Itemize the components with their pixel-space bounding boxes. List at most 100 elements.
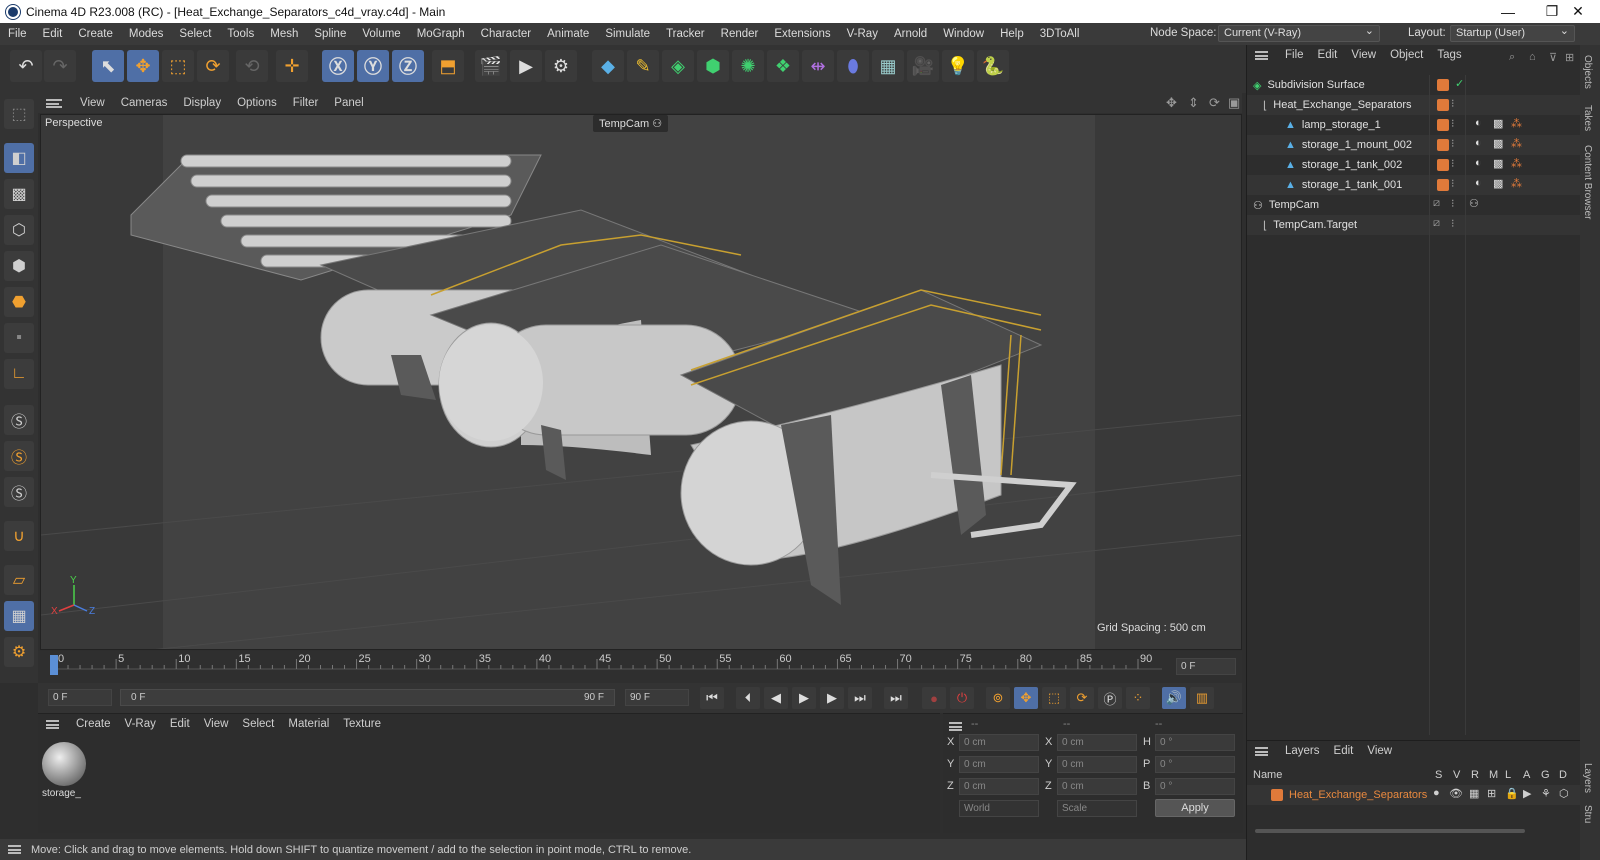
solo-flag-icon[interactable]: ● xyxy=(1433,787,1440,799)
object-menu-tags[interactable]: Tags xyxy=(1430,49,1468,61)
viewport-menu-filter[interactable]: Filter xyxy=(285,97,327,109)
tab-layers[interactable]: Layers xyxy=(1582,763,1593,793)
model-mode-icon[interactable]: ◧ xyxy=(4,143,34,173)
menu-file[interactable]: File xyxy=(0,28,35,40)
points-mode-icon[interactable]: ⬡ xyxy=(4,215,34,245)
timeline-window-icon[interactable]: ▥ xyxy=(1190,687,1214,709)
visibility-dots-icon[interactable]: ⁝ xyxy=(1451,217,1455,230)
perspective-viewport[interactable]: Perspective TempCam ⚇ Grid Spacing : 500… xyxy=(40,114,1242,650)
coord-menu-icon[interactable] xyxy=(949,722,962,731)
object-row-tempcam[interactable]: ⚇ TempCam ⧄ ⁝ ⚇ xyxy=(1247,195,1581,215)
minimize-button[interactable]: — xyxy=(1486,0,1530,23)
rotate-tool-icon[interactable]: ⟳ xyxy=(197,50,229,82)
start-frame-field[interactable]: 0 F xyxy=(48,689,112,706)
end-frame-field[interactable]: 90 F xyxy=(625,689,689,706)
tab-structure[interactable]: Stru xyxy=(1582,805,1593,823)
menu-tracker[interactable]: Tracker xyxy=(658,28,713,40)
render-flag-icon[interactable]: ▦ xyxy=(1469,787,1479,800)
home-icon[interactable]: ⌂ xyxy=(1529,51,1536,63)
material-menu-texture[interactable]: Texture xyxy=(336,718,388,730)
locked-workplane-icon[interactable]: ▦ xyxy=(4,601,34,631)
enabled-check-icon[interactable]: ✓ xyxy=(1455,77,1464,90)
layer-row[interactable]: Heat_Exchange_Separators ● 👁 ▦ ⊞ 🔒 ▶ ⚘ ⬡ xyxy=(1247,785,1581,805)
object-row-tank-002[interactable]: ▲ storage_1_tank_002 ⁝ ◐ ▩ ⁂ xyxy=(1247,155,1581,175)
layer-scrollbar[interactable] xyxy=(1255,829,1525,833)
sound-icon[interactable]: 🔊 xyxy=(1162,687,1186,709)
material-menu-vray[interactable]: V-Ray xyxy=(118,718,163,730)
phong-tag-icon[interactable]: ◐ xyxy=(1475,157,1482,169)
material-menu-material[interactable]: Material xyxy=(281,718,336,730)
layer-color-icon[interactable] xyxy=(1437,119,1449,131)
visibility-dots-icon[interactable]: ⁝ xyxy=(1451,137,1455,150)
visibility-dots-icon[interactable]: ⁝ xyxy=(1451,97,1455,110)
menu-arnold[interactable]: Arnold xyxy=(886,28,935,40)
search-icon[interactable]: ⌕ xyxy=(1509,51,1515,64)
object-menu-file[interactable]: File xyxy=(1278,49,1311,61)
menu-help[interactable]: Help xyxy=(992,28,1032,40)
object-row-lamp-storage[interactable]: ▲ lamp_storage_1 ⁝ ◐ ▩ ⁂ xyxy=(1247,115,1581,135)
record-keys-icon[interactable]: ● xyxy=(922,687,946,709)
menu-extensions[interactable]: Extensions xyxy=(766,28,838,40)
tab-objects[interactable]: Objects xyxy=(1582,55,1593,89)
object-row-heat-exchange[interactable]: ⌊ Heat_Exchange_Separators ⁝ xyxy=(1247,95,1581,115)
animation-flag-icon[interactable]: ▶ xyxy=(1523,787,1531,800)
target-tag-icon[interactable]: ⚇ xyxy=(1469,197,1479,210)
object-row-tank-001[interactable]: ▲ storage_1_tank_001 ⁝ ◐ ▩ ⁂ xyxy=(1247,175,1581,195)
viewport-menu-icon[interactable] xyxy=(46,98,62,108)
layout-dropdown[interactable]: Startup (User) xyxy=(1450,24,1575,42)
viewport-menu-panel[interactable]: Panel xyxy=(326,97,371,109)
visibility-dots-icon[interactable]: ⁝ xyxy=(1451,197,1455,210)
play-icon[interactable]: ▶ xyxy=(792,687,816,709)
python-icon[interactable]: 🐍 xyxy=(977,50,1009,82)
texture-tag-icon[interactable]: ▩ xyxy=(1493,117,1503,130)
coordinate-system-icon[interactable]: ⬒ xyxy=(432,50,464,82)
node-space-dropdown[interactable]: Current (V-Ray) xyxy=(1218,24,1380,42)
material-tag-icon[interactable]: ⁂ xyxy=(1511,137,1522,150)
timeline-ruler[interactable]: 0 5 10 15 20 25 30 35 40 45 50 55 60 65 70 75 80 85 90 0 F xyxy=(38,651,1242,683)
new-window-icon[interactable]: ⊞ xyxy=(1565,51,1574,64)
move-tool-icon[interactable]: ✥ xyxy=(127,50,159,82)
key-rotation-icon[interactable]: ⟳ xyxy=(1070,687,1094,709)
object-row-subdivision[interactable]: ◈ Subdivision Surface ✓ xyxy=(1247,75,1581,95)
render-settings-icon[interactable]: ⚙ xyxy=(545,50,577,82)
light-icon[interactable]: 💡 xyxy=(942,50,974,82)
texture-tag-icon[interactable]: ▩ xyxy=(1493,137,1503,150)
extrude-generator-icon[interactable]: ⬢ xyxy=(697,50,729,82)
material-menu-select[interactable]: Select xyxy=(235,718,281,730)
render-region-icon[interactable]: 🎬 xyxy=(475,50,507,82)
rotation-b-field[interactable]: 0 ° xyxy=(1155,778,1235,795)
object-menu-object[interactable]: Object xyxy=(1383,49,1430,61)
tab-takes[interactable]: Takes xyxy=(1582,105,1593,131)
rotation-h-field[interactable]: 0 ° xyxy=(1155,734,1235,751)
size-z-field[interactable]: 0 cm xyxy=(1057,778,1137,795)
next-frame-icon[interactable]: ▶ xyxy=(820,687,844,709)
viewport-menu-display[interactable]: Display xyxy=(175,97,229,109)
scale-tool-icon[interactable]: ⬚ xyxy=(162,50,194,82)
edges-mode-icon[interactable]: ⬢ xyxy=(4,251,34,281)
menu-animate[interactable]: Animate xyxy=(539,28,597,40)
menu-window[interactable]: Window xyxy=(935,28,992,40)
object-menu-icon[interactable] xyxy=(1255,50,1268,60)
key-scale-icon[interactable]: ⬚ xyxy=(1042,687,1066,709)
material-menu-create[interactable]: Create xyxy=(69,718,118,730)
cube-primitive-icon[interactable]: ◆ xyxy=(592,50,624,82)
layer-color-icon[interactable] xyxy=(1437,159,1449,171)
layer-menu-edit[interactable]: Edit xyxy=(1327,745,1361,757)
material-tag-icon[interactable]: ⁂ xyxy=(1511,157,1522,170)
solo-icon[interactable]: Ⓢ xyxy=(4,477,34,507)
menu-render[interactable]: Render xyxy=(713,28,767,40)
phong-tag-icon[interactable]: ◐ xyxy=(1475,117,1482,129)
material-name[interactable]: storage_ xyxy=(42,788,81,799)
z-axis-lock-icon[interactable]: Ⓩ xyxy=(392,50,424,82)
layer-none-icon[interactable]: ⧄ xyxy=(1433,217,1440,230)
manager-flag-icon[interactable]: ⊞ xyxy=(1487,787,1496,800)
recent-tool-icon[interactable]: ⟲ xyxy=(236,50,268,82)
phong-tag-icon[interactable]: ◐ xyxy=(1475,137,1482,149)
material-tag-icon[interactable]: ⁂ xyxy=(1511,177,1522,190)
pen-spline-icon[interactable]: ✎ xyxy=(627,50,659,82)
deformer-group-icon[interactable]: ❖ xyxy=(767,50,799,82)
menu-mograph[interactable]: MoGraph xyxy=(409,28,473,40)
auto-keying-icon[interactable]: ⏻ xyxy=(950,687,974,709)
mograph-cloner-icon[interactable]: ✺ xyxy=(732,50,764,82)
next-key-icon[interactable]: ⏭ xyxy=(848,687,872,709)
